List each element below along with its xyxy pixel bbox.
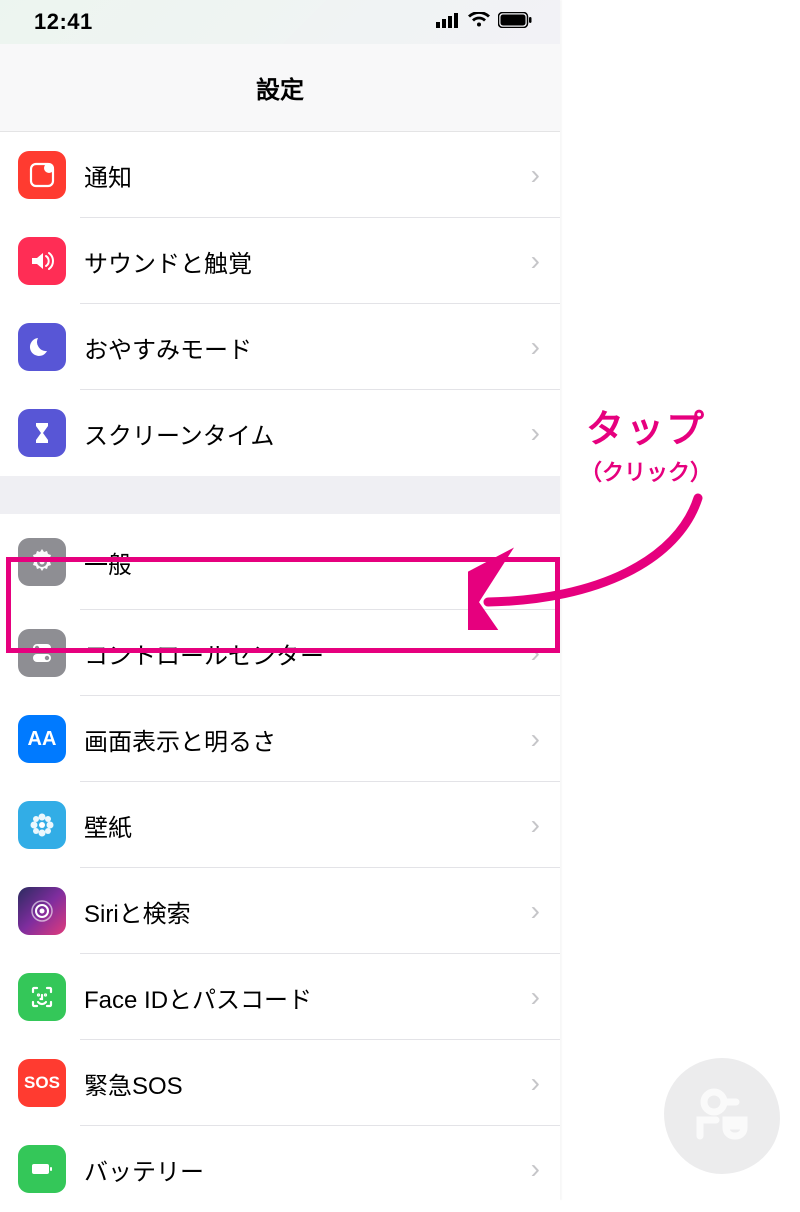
settings-section-2: 一般 › コントロールセンター › AA 画面表示と明るさ › 壁紙 › xyxy=(0,514,560,1212)
phone-screen: 12:41 設定 通知 › xyxy=(0,0,560,1200)
nav-bar: 設定 xyxy=(0,44,560,132)
row-label: コントロールセンター xyxy=(84,636,531,671)
row-sounds[interactable]: サウンドと触覚 › xyxy=(0,218,560,304)
status-bar: 12:41 xyxy=(0,0,560,44)
row-label: 緊急SOS xyxy=(84,1066,531,1101)
row-label: Siriと検索 xyxy=(84,894,531,929)
chevron-right-icon: › xyxy=(531,1153,540,1185)
annotation-main: タップ xyxy=(580,398,712,453)
row-control-center[interactable]: コントロールセンター › xyxy=(0,610,560,696)
chevron-right-icon: › xyxy=(531,723,540,755)
gear-icon xyxy=(18,538,66,586)
flower-icon xyxy=(18,801,66,849)
sos-icon: SOS xyxy=(18,1059,66,1107)
chevron-right-icon: › xyxy=(531,809,540,841)
annotation: タップ （クリック） xyxy=(580,398,712,487)
row-label: スクリーンタイム xyxy=(84,416,531,451)
hourglass-icon xyxy=(18,409,66,457)
row-label: サウンドと触覚 xyxy=(84,244,531,279)
row-wallpaper[interactable]: 壁紙 › xyxy=(0,782,560,868)
chevron-right-icon: › xyxy=(531,637,540,669)
row-battery[interactable]: バッテリー › xyxy=(0,1126,560,1212)
chevron-right-icon: › xyxy=(531,981,540,1013)
moon-icon xyxy=(18,323,66,371)
aa-icon: AA xyxy=(18,715,66,763)
row-label: 壁紙 xyxy=(84,808,531,843)
chevron-right-icon: › xyxy=(531,331,540,363)
section-gap xyxy=(0,476,560,514)
chevron-right-icon: › xyxy=(531,417,540,449)
row-dnd[interactable]: おやすみモード › xyxy=(0,304,560,390)
cellular-icon xyxy=(436,12,460,33)
settings-section-1: 通知 › サウンドと触覚 › おやすみモード › スクリーンタイム › xyxy=(0,132,560,476)
status-indicators xyxy=(436,12,532,33)
row-label: 画面表示と明るさ xyxy=(84,722,531,757)
faceid-icon xyxy=(18,973,66,1021)
speaker-icon xyxy=(18,237,66,285)
status-time: 12:41 xyxy=(34,9,93,35)
row-notifications[interactable]: 通知 › xyxy=(0,132,560,218)
wifi-icon xyxy=(468,12,490,33)
toggle-icon xyxy=(18,629,66,677)
row-label: 一般 xyxy=(84,545,531,580)
row-label: 通知 xyxy=(84,158,531,193)
chevron-right-icon: › xyxy=(531,1067,540,1099)
watermark xyxy=(664,1058,780,1174)
chevron-right-icon: › xyxy=(531,895,540,927)
row-screentime[interactable]: スクリーンタイム › xyxy=(0,390,560,476)
row-siri[interactable]: Siriと検索 › xyxy=(0,868,560,954)
battery-row-icon xyxy=(18,1145,66,1193)
battery-icon xyxy=(498,12,532,33)
chevron-right-icon: › xyxy=(531,159,540,191)
row-label: Face IDとパスコード xyxy=(84,980,531,1015)
row-faceid[interactable]: Face IDとパスコード › xyxy=(0,954,560,1040)
chevron-right-icon: › xyxy=(531,245,540,277)
row-label: おやすみモード xyxy=(84,330,531,365)
row-display[interactable]: AA 画面表示と明るさ › xyxy=(0,696,560,782)
page-title: 設定 xyxy=(256,70,304,105)
row-label: バッテリー xyxy=(84,1152,531,1187)
notification-icon xyxy=(18,151,66,199)
row-sos[interactable]: SOS 緊急SOS › xyxy=(0,1040,560,1126)
siri-icon xyxy=(18,887,66,935)
row-general[interactable]: 一般 › xyxy=(0,514,560,610)
annotation-sub: （クリック） xyxy=(580,455,712,487)
